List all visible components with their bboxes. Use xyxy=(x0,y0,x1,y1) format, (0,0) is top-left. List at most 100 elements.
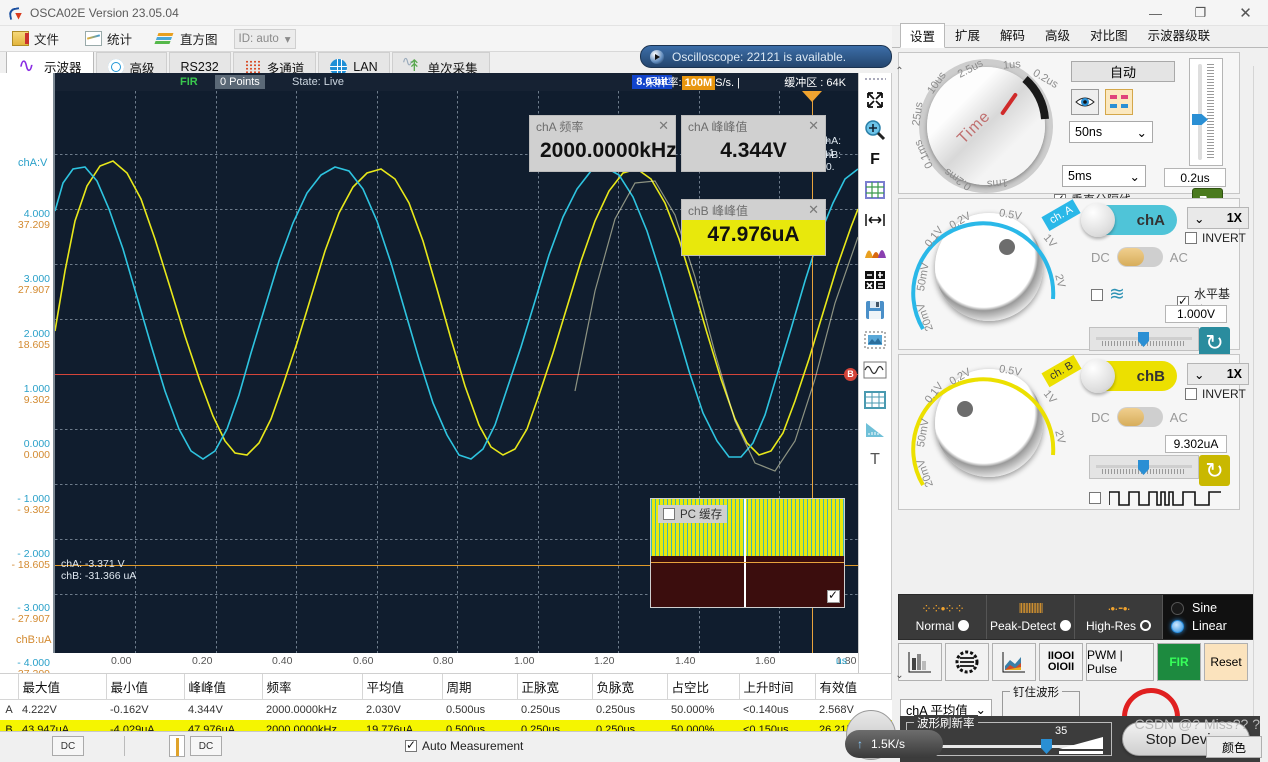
chb-probe-select[interactable]: ⌄ 1X xyxy=(1187,363,1249,385)
reset-button[interactable]: Reset xyxy=(1204,643,1248,681)
cell-avg: 2.030V xyxy=(362,700,442,720)
drag-handle-icon[interactable] xyxy=(864,77,886,81)
interp-linear-radio[interactable] xyxy=(1171,620,1184,633)
expand-icon[interactable] xyxy=(862,87,888,112)
close-icon[interactable]: ✕ xyxy=(808,202,819,218)
chb-coupling-toggle[interactable]: DC AC xyxy=(1091,407,1188,427)
square-wave-icon xyxy=(1109,487,1221,509)
column-max: 最大值 xyxy=(18,674,106,700)
histogram-icon[interactable] xyxy=(862,237,888,262)
menu-histogram[interactable]: 直方图 xyxy=(146,27,232,51)
wave-icon: ≋ xyxy=(1109,283,1123,306)
rtab-extension[interactable]: 扩展 xyxy=(945,22,990,47)
y-tick-b: 9.302 xyxy=(24,395,50,406)
table-icon[interactable] xyxy=(862,387,888,412)
y-axis-label-cha: chA:V xyxy=(18,157,47,169)
fir-button[interactable]: FIR xyxy=(1157,643,1201,681)
scroll-up-arrow[interactable]: ⌃ xyxy=(892,66,907,81)
scope-samplerate: 采样率:100MS/s. | xyxy=(646,74,740,90)
refresh-rate-thumb[interactable] xyxy=(1041,739,1052,754)
trigger-level-indicator[interactable] xyxy=(169,735,185,757)
table-row[interactable]: A 4.222V -0.162V 4.344V 2000.0000kHz 2.0… xyxy=(0,700,892,720)
chb-digital-checkbox[interactable] xyxy=(1089,492,1101,504)
cha-invert-checkbox[interactable] xyxy=(1185,232,1197,244)
cha-wave-filter-row[interactable]: ≋ xyxy=(1091,283,1123,306)
preview-eye-button[interactable] xyxy=(1071,89,1099,115)
text-icon[interactable]: T xyxy=(862,447,888,472)
chb-enable-toggle[interactable]: chB xyxy=(1085,361,1177,391)
status-notice: Oscilloscope: 22121 is available. xyxy=(640,45,892,68)
pc-buffer-panel[interactable]: PC 缓存 xyxy=(650,498,845,608)
id-select[interactable]: ID: auto ▾ xyxy=(234,29,296,49)
close-icon[interactable]: ✕ xyxy=(658,118,669,134)
measurement-popup[interactable]: chA 频率 ✕ 2000.0000kHz xyxy=(529,115,676,172)
zoom-icon[interactable] xyxy=(862,117,888,142)
menu-file[interactable]: 文件 xyxy=(0,27,73,51)
column-period: 周期 xyxy=(442,674,517,700)
close-button[interactable]: ✕ xyxy=(1223,0,1268,26)
cha-position-slider[interactable] xyxy=(1089,327,1199,351)
chb-invert-row[interactable]: INVERT xyxy=(1185,387,1246,401)
interp-sine-radio[interactable] xyxy=(1171,602,1184,615)
pc-buffer-checkbox[interactable] xyxy=(663,508,675,520)
scroll-down-arrow[interactable]: ⌄ xyxy=(892,670,907,685)
chb-position-marker[interactable]: B xyxy=(844,368,857,381)
timebase2-select[interactable]: 5ms ⌄ xyxy=(1062,165,1146,187)
acq-normal-radio[interactable] xyxy=(958,620,969,631)
chb-coupling-button[interactable]: DC xyxy=(190,736,222,756)
save-icon[interactable] xyxy=(862,297,888,322)
measurement-popup[interactable]: chA 峰峰值 ✕ 4.344V xyxy=(681,115,826,172)
area-chart-button[interactable] xyxy=(992,643,1036,681)
pc-buffer-confirm-icon[interactable] xyxy=(827,590,840,603)
width-icon[interactable] xyxy=(862,207,888,232)
acq-peak-radio[interactable] xyxy=(1060,620,1071,631)
cha-enable-toggle[interactable]: chA xyxy=(1085,205,1177,235)
measurement-popup[interactable]: chB 峰峰值 ✕ 47.976uA xyxy=(681,199,826,256)
auto-measurement-checkbox[interactable] xyxy=(405,740,417,752)
cha-coupling-button[interactable]: DC xyxy=(52,736,84,756)
split-view-button[interactable] xyxy=(1105,89,1133,115)
cha-probe-select[interactable]: ⌄ 1X xyxy=(1187,207,1249,229)
chb-reset-button[interactable]: ↻ xyxy=(1199,455,1230,486)
timebase-fine-slider[interactable] xyxy=(1189,58,1223,166)
column-avg: 平均值 xyxy=(362,674,442,700)
grid-icon[interactable] xyxy=(862,177,888,202)
rtab-settings[interactable]: 设置 xyxy=(900,23,945,48)
chb-digital-row[interactable] xyxy=(1089,487,1221,509)
toggle-knob xyxy=(1081,203,1115,237)
binary-data-button[interactable]: IIOOIOIOII xyxy=(1039,643,1083,681)
pwm-pulse-button[interactable]: PWM | Pulse xyxy=(1086,643,1154,681)
chb-position-slider[interactable] xyxy=(1089,455,1199,479)
interp-linear-row[interactable]: Linear xyxy=(1171,619,1227,633)
auto-measurement-row[interactable]: Auto Measurement xyxy=(397,739,531,753)
ruler-icon[interactable] xyxy=(862,417,888,442)
acq-mode-normal[interactable]: ⁘⁘•⁘⁘ Normal xyxy=(899,595,987,639)
cha-invert-row[interactable]: INVERT xyxy=(1185,231,1246,245)
chb-invert-checkbox[interactable] xyxy=(1185,388,1197,400)
cha-wave-filter-checkbox[interactable] xyxy=(1091,289,1103,301)
rtab-cascade[interactable]: 示波器级联 xyxy=(1138,22,1221,47)
timebase-select[interactable]: 50ns ⌄ xyxy=(1069,121,1153,143)
interpolation-group: Sine Linear xyxy=(1163,595,1261,639)
menu-statistics[interactable]: 统计 xyxy=(73,27,146,51)
interp-sine-row[interactable]: Sine xyxy=(1171,601,1217,615)
right-panel-scrollbar[interactable] xyxy=(1253,66,1268,730)
waveform-icon[interactable] xyxy=(862,357,888,382)
screenshot-icon[interactable] xyxy=(862,327,888,352)
rtab-advanced[interactable]: 高级 xyxy=(1035,22,1080,47)
acq-highres-radio[interactable] xyxy=(1140,620,1151,631)
f-icon[interactable]: F xyxy=(862,147,888,172)
math-icon[interactable] xyxy=(862,267,888,292)
close-icon[interactable]: ✕ xyxy=(808,118,819,134)
color-button[interactable]: 颜色 xyxy=(1206,736,1262,758)
pc-buffer-checkbox-row[interactable]: PC 缓存 xyxy=(658,505,727,523)
acq-mode-peak-detect[interactable]: ⦀⦀⦀⦀⦀ Peak-Detect xyxy=(987,595,1075,639)
rtab-compare[interactable]: 对比图 xyxy=(1080,22,1138,47)
y-tick-b: - 27.907 xyxy=(11,614,50,625)
settings-gear-button[interactable] xyxy=(945,643,989,681)
acq-mode-high-res[interactable]: ·•·⁃•· High-Res xyxy=(1075,595,1163,639)
cha-coupling-toggle[interactable]: DC AC xyxy=(1091,247,1188,267)
waveform-plot[interactable]: 1.829us chA: 4.1 chB: 40. B chA: -3.371 … xyxy=(55,91,858,653)
auto-button[interactable]: 自动 xyxy=(1071,61,1175,82)
rtab-decode[interactable]: 解码 xyxy=(990,22,1035,47)
